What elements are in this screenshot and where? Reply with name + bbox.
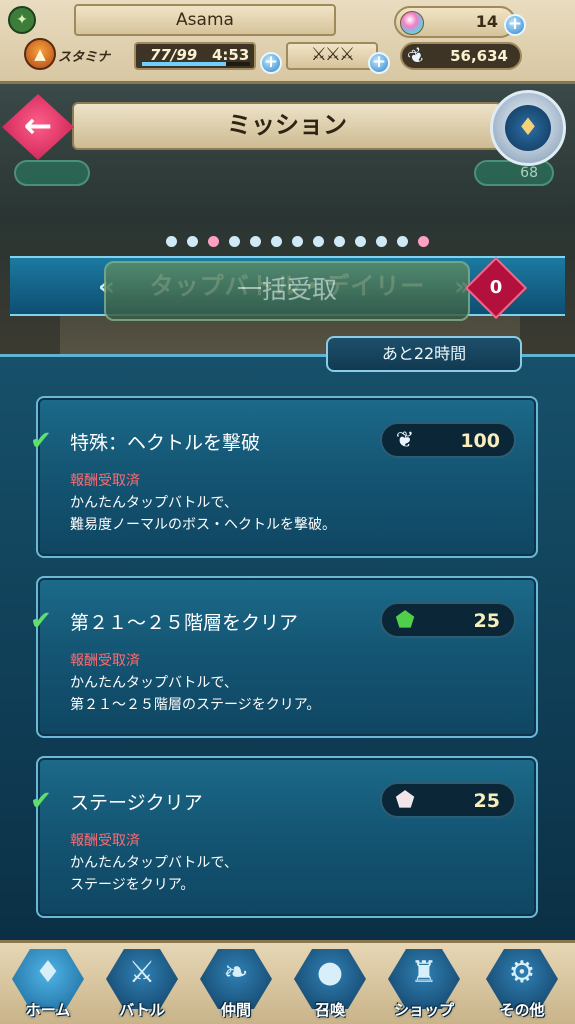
page-dot [313,236,324,247]
nav-label: ホーム [25,1001,71,1019]
buy-crests-button[interactable]: + [368,52,390,74]
crest-icon: ♦ [505,105,551,151]
reward-count: 25 [473,790,500,812]
stamina-bar [142,62,250,66]
mission-card[interactable]: ✔ 特殊：ヘクトルを撃破 ❦ 100 報酬受取済 かんたんタップバトルで、 難易… [30,396,538,558]
page-title: ミッション [72,102,502,150]
page-dot [292,236,303,247]
status-text: 報酬受取済 [70,653,140,669]
mission-description: かんたんタップバトルで、 難易度ノーマルのボス・ヘクトルを撃破。 [70,492,510,536]
orb-icon [400,11,424,35]
mission-card[interactable]: ✔ ステージクリア ⬟ 25 報酬受取済 かんたんタップバトルで、 ステージをク… [30,756,538,918]
page-dot [187,236,198,247]
dueling-crests: ⚔⚔⚔ [286,42,378,70]
reward-plate: ⬟ 25 [380,782,516,818]
page-dot [229,236,240,247]
claim-all-button[interactable]: 一括受取 [104,261,470,321]
nav-label: その他 [499,1001,545,1019]
stamina-bar-fill [142,62,227,66]
left-chip [14,160,90,186]
crest-button[interactable]: ♦ [490,90,566,166]
reward-plate: ⬟ 25 [380,602,516,638]
swords-icon: ⚔ [128,955,156,990]
orb-icon: ● [316,955,344,990]
description-line: かんたんタップバトルで、 [70,675,238,691]
nav-battle[interactable]: ⚔ バトル [98,949,186,1024]
orb-count: 14 [475,12,498,31]
player-name[interactable]: Asama [74,4,336,36]
page-dot [334,236,345,247]
nav-label: 仲間 [220,1001,251,1019]
nav-label: 召喚 [314,1001,345,1019]
description-line: 難易度ノーマルのボス・ヘクトルを撃破。 [70,517,336,533]
mission-description: かんたんタップバトルで、 ステージをクリア。 [70,852,510,896]
check-icon: ✔ [30,426,52,456]
page-dot [355,236,366,247]
mission-title: 特殊：ヘクトルを撃破 [70,432,261,454]
description-line: かんたんタップバトルで、 [70,495,238,511]
claim-count: 0 [489,277,503,298]
page-dot [208,236,219,247]
status-text: 報酬受取済 [70,833,140,849]
nav-shop[interactable]: ♜ ショップ [380,949,468,1024]
mission-title: 第２１～２５階層をクリア [70,612,299,634]
page-indicator [0,236,575,250]
reward-count: 100 [460,430,500,452]
mission-title: ステージクリア [70,792,203,814]
feather-counter: ❦ 56,634 [400,41,522,71]
experience-icon: ✦ [8,6,36,34]
wing-icon: ❧ [223,955,249,990]
check-icon: ✔ [30,786,52,816]
nav-label: バトル [119,1001,165,1019]
mission-description: かんたんタップバトルで、 第２１～２５階層のステージをクリア。 [70,672,510,716]
buy-orbs-button[interactable]: + [504,14,526,36]
flame-icon: ▲ [24,38,56,70]
bottom-nav: ♦ ホーム ⚔ バトル ❧ 仲間 ● 召喚 ♜ ショップ ⚙ その他 [0,940,575,1024]
nav-label: ショップ [393,1001,454,1019]
recover-stamina-button[interactable]: + [260,52,282,74]
page-dot [166,236,177,247]
castle-icon: ♜ [410,955,438,990]
stamina-meter: 77/99 4:53 [134,42,256,70]
feather-count: 56,634 [450,47,508,65]
home-crest-icon: ♦ [34,955,62,990]
reward-count: 25 [473,610,500,632]
check-icon: ✔ [30,606,52,636]
nav-summon[interactable]: ● 召喚 [286,949,374,1024]
right-chip: 68 [474,160,554,186]
description-line: かんたんタップバトルで、 [70,855,238,871]
page-dot [376,236,387,247]
white-badge-icon: ⬟ [395,788,415,813]
description-line: 第２１～２５階層のステージをクリア。 [70,697,321,713]
description-line: ステージをクリア。 [70,877,195,893]
green-badge-icon: ⬟ [395,608,415,633]
mission-card[interactable]: ✔ 第２１～２５階層をクリア ⬟ 25 報酬受取済 かんたんタップバトルで、 第… [30,576,538,738]
time-remaining: あと22時間 [326,336,522,372]
stamina-label: スタミナ [58,50,111,65]
nav-home[interactable]: ♦ ホーム [4,949,92,1024]
feather-icon: ❦ [403,41,430,71]
page-dot [397,236,408,247]
feather-icon: ❦ [395,428,415,453]
status-text: 報酬受取済 [70,473,140,489]
orb-counter[interactable]: 14 [394,6,516,38]
page-dot [250,236,261,247]
page-dot [418,236,429,247]
status-bar: ✦ ▲ Asama 14 + スタミナ 77/99 4:53 + ⚔⚔⚔ + ❦… [0,0,575,84]
nav-allies[interactable]: ❧ 仲間 [192,949,280,1024]
page-dot [271,236,282,247]
back-arrow-icon: ← [23,106,53,146]
nav-misc[interactable]: ⚙ その他 [478,949,566,1024]
reward-plate: ❦ 100 [380,422,516,458]
gear-icon: ⚙ [508,955,536,990]
